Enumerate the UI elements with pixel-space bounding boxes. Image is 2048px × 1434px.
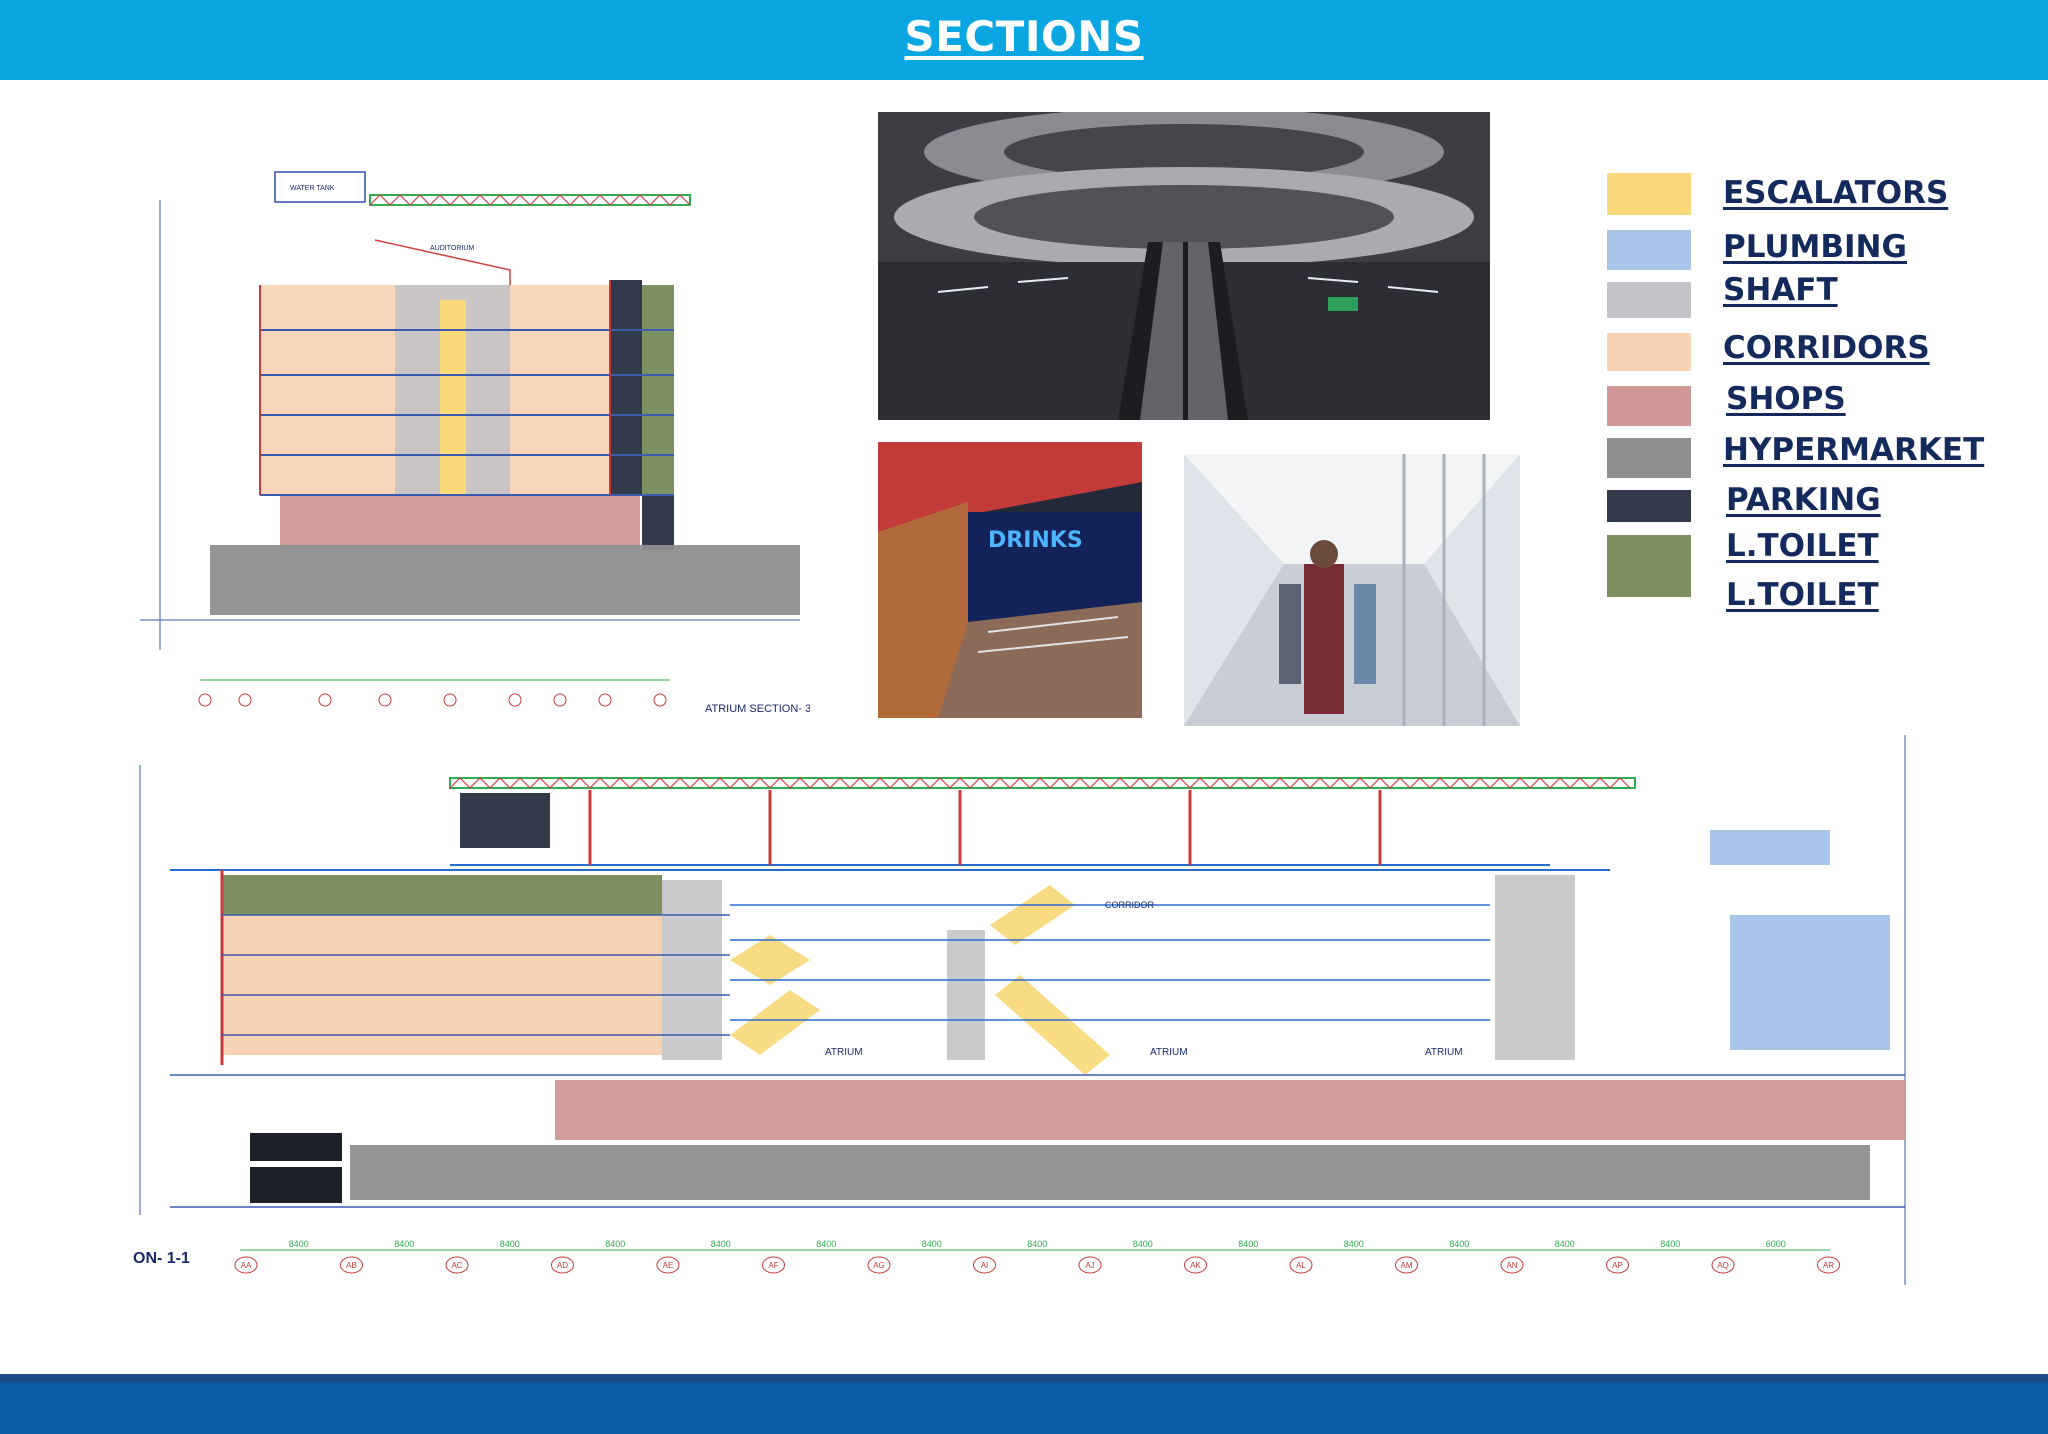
drinks-sign: DRINKS (988, 528, 1083, 553)
spacing-label: 6000 (1766, 1239, 1786, 1249)
legend-swatch-parking (1607, 490, 1691, 522)
spacing-label: 8400 (1133, 1239, 1153, 1249)
spacing-label: 8400 (1555, 1239, 1575, 1249)
legend-label-shaft: SHAFT (1723, 272, 1838, 308)
spacing-label: 8400 (605, 1239, 625, 1249)
connecting-bridge-photo (1184, 454, 1520, 726)
legend-swatch-toilet (1607, 535, 1691, 597)
spacing-label: 8400 (922, 1239, 942, 1249)
legend-swatch-shaft (1607, 282, 1691, 318)
legend-swatch-hypermarket (1607, 438, 1691, 478)
spacing-label: 8400 (1449, 1239, 1469, 1249)
spacing-label: 8400 (1660, 1239, 1680, 1249)
legend-swatch-shops (1607, 386, 1691, 426)
legend-swatch-escalators (1607, 173, 1691, 215)
legend-label-corridors: CORRIDORS (1723, 330, 1930, 366)
legend-swatch-plumbing (1607, 230, 1691, 270)
spacing-label: 8400 (289, 1239, 309, 1249)
tank-label: WATER TANK (290, 185, 335, 192)
grid-label: AQ (1717, 1261, 1729, 1270)
grid-label: AA (241, 1261, 252, 1270)
grid-label: AG (873, 1261, 885, 1270)
grid-label: AJ (1085, 1261, 1094, 1270)
spacing-label: 8400 (816, 1239, 836, 1249)
legend-label-plumbing: PLUMBING (1723, 229, 1907, 265)
legend-swatch-corridors (1607, 333, 1691, 371)
grid-label: AB (346, 1261, 357, 1270)
corridor-label: CORRIDOR (1105, 900, 1154, 910)
footer-accent-line (0, 1374, 2048, 1382)
legend-label-toilet-2: L.TOILET (1726, 577, 1879, 613)
atrium-section-caption: ATRIUM SECTION- 3-3 (705, 703, 810, 715)
atrium-label-2: ATRIUM (1150, 1047, 1188, 1058)
grid-label: AL (1296, 1261, 1306, 1270)
atrium-escalator-photo (878, 112, 1490, 420)
legend-label-hypermarket: HYPERMARKET (1723, 432, 1985, 468)
grid-label: AM (1401, 1261, 1413, 1270)
spacing-label: 8400 (1344, 1239, 1364, 1249)
spacing-label: 8400 (394, 1239, 414, 1249)
spacing-label: 8400 (1238, 1239, 1258, 1249)
atrium-label-3: ATRIUM (1425, 1047, 1463, 1058)
grid-label: AN (1506, 1261, 1517, 1270)
legend-label-escalators: ESCALATORS (1723, 175, 1949, 211)
long-section-drawing: ATRIUM ATRIUM ATRIUM CORRIDOR 8400 8400 84… (133, 735, 1906, 1285)
legend-label-toilet: L.TOILET (1726, 528, 1879, 564)
long-section-caption: ON- 1-1 (133, 1250, 190, 1267)
grid-label: AF (768, 1261, 778, 1270)
legend-label-shops: SHOPS (1726, 381, 1846, 417)
grid-label: AC (451, 1261, 462, 1270)
footer-bar (0, 1374, 2048, 1434)
atrium-section-drawing: WATER TANK AUDITORIUM ATRIUM SECTION- 3-… (140, 171, 810, 715)
grid-label: AP (1612, 1261, 1623, 1270)
auditorium-label: AUDITORIUM (430, 245, 474, 252)
grid-label: AI (981, 1261, 989, 1270)
spacing-label: 8400 (1027, 1239, 1047, 1249)
legend-label-parking: PARKING (1726, 482, 1881, 518)
atrium-label-1: ATRIUM (825, 1047, 863, 1058)
grid-label: AR (1823, 1261, 1834, 1270)
spacing-label: 8400 (500, 1239, 520, 1249)
food-court-photo: DRINKS (878, 442, 1142, 718)
page-title: SECTIONS (904, 12, 1144, 61)
grid-label: AD (557, 1261, 568, 1270)
spacing-label: 8400 (711, 1239, 731, 1249)
grid-label: AE (663, 1261, 674, 1270)
grid-label: AK (1190, 1261, 1201, 1270)
